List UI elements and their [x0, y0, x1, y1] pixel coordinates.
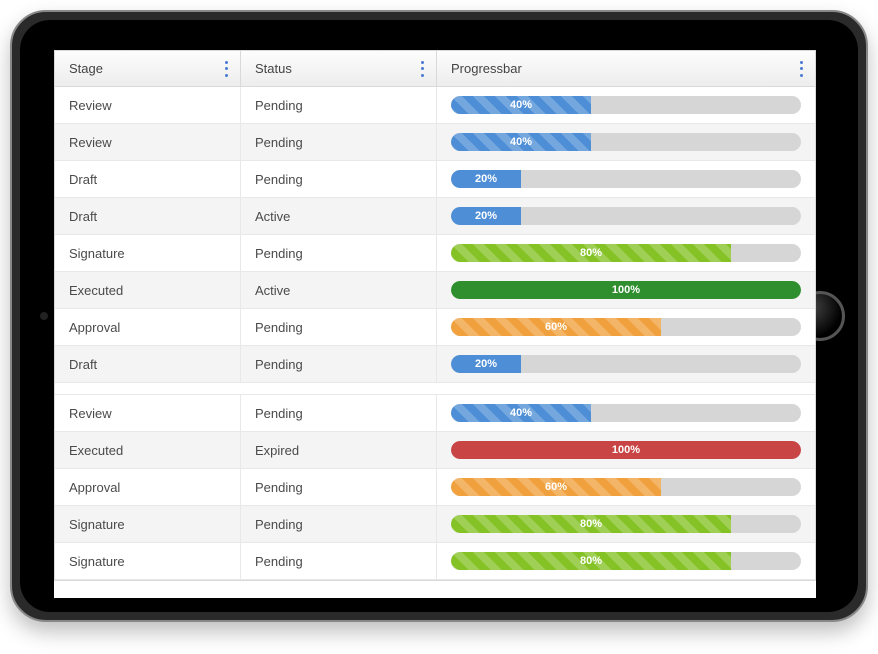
progress-fill: 80%: [451, 244, 731, 262]
cell-progress: 60%: [437, 309, 815, 345]
cell-stage: Executed: [55, 432, 241, 468]
cell-progress: 60%: [437, 469, 815, 505]
table-row[interactable]: ApprovalPending 60%: [55, 309, 815, 346]
progress-track: 20%: [451, 355, 801, 373]
table-row[interactable]: ReviewPending 40%: [55, 87, 815, 124]
cell-progress: 80%: [437, 543, 815, 579]
tablet-camera: [40, 312, 48, 320]
table-row[interactable]: DraftPending 20%: [55, 346, 815, 383]
col-header-status[interactable]: Status: [241, 51, 437, 86]
grid-gap: [55, 383, 815, 395]
cell-stage: Draft: [55, 346, 241, 382]
progress-fill: 20%: [451, 170, 521, 188]
table-row[interactable]: DraftActive 20%: [55, 198, 815, 235]
cell-stage: Review: [55, 87, 241, 123]
progress-track: 20%: [451, 170, 801, 188]
progress-fill: 20%: [451, 355, 521, 373]
progress-track: 100%: [451, 441, 801, 459]
cell-stage: Draft: [55, 198, 241, 234]
progress-fill: 100%: [451, 281, 801, 299]
progress-fill: 100%: [451, 441, 801, 459]
table-row[interactable]: DraftPending 20%: [55, 161, 815, 198]
progress-track: 40%: [451, 133, 801, 151]
cell-progress: 80%: [437, 506, 815, 542]
progress-fill: 40%: [451, 404, 591, 422]
cell-status: Pending: [241, 543, 437, 579]
progress-track: 40%: [451, 404, 801, 422]
cell-status: Pending: [241, 309, 437, 345]
table-row[interactable]: ExecutedActive 100%: [55, 272, 815, 309]
cell-stage: Approval: [55, 469, 241, 505]
cell-status: Pending: [241, 469, 437, 505]
progress-fill: 60%: [451, 478, 661, 496]
table-row[interactable]: ExecutedExpired 100%: [55, 432, 815, 469]
cell-stage: Review: [55, 395, 241, 431]
progress-track: 60%: [451, 318, 801, 336]
cell-stage: Signature: [55, 506, 241, 542]
cell-status: Pending: [241, 346, 437, 382]
grid-header: Stage Status Progressbar: [55, 51, 815, 87]
progress-track: 80%: [451, 552, 801, 570]
progress-fill: 80%: [451, 552, 731, 570]
col-menu-status[interactable]: [418, 61, 426, 77]
col-menu-progress[interactable]: [797, 61, 805, 77]
cell-status: Active: [241, 198, 437, 234]
cell-progress: 40%: [437, 124, 815, 160]
cell-progress: 100%: [437, 272, 815, 308]
table-row[interactable]: ReviewPending 40%: [55, 124, 815, 161]
progress-fill: 80%: [451, 515, 731, 533]
col-header-progress[interactable]: Progressbar: [437, 51, 815, 86]
table-row[interactable]: SignaturePending 80%: [55, 543, 815, 580]
cell-status: Active: [241, 272, 437, 308]
cell-progress: 20%: [437, 346, 815, 382]
cell-progress: 40%: [437, 395, 815, 431]
col-menu-stage[interactable]: [222, 61, 230, 77]
col-header-stage-label: Stage: [69, 61, 103, 76]
cell-stage: Review: [55, 124, 241, 160]
progress-fill: 60%: [451, 318, 661, 336]
col-header-status-label: Status: [255, 61, 292, 76]
progress-fill: 20%: [451, 207, 521, 225]
cell-status: Pending: [241, 124, 437, 160]
table-row[interactable]: SignaturePending 80%: [55, 506, 815, 543]
cell-stage: Signature: [55, 543, 241, 579]
cell-progress: 20%: [437, 198, 815, 234]
progress-fill: 40%: [451, 96, 591, 114]
cell-stage: Approval: [55, 309, 241, 345]
cell-status: Pending: [241, 235, 437, 271]
cell-status: Pending: [241, 87, 437, 123]
cell-status: Pending: [241, 161, 437, 197]
table-row[interactable]: SignaturePending 80%: [55, 235, 815, 272]
screen: Stage Status Progressbar ReviewPending40…: [54, 50, 816, 598]
progress-track: 40%: [451, 96, 801, 114]
cell-status: Pending: [241, 506, 437, 542]
cell-progress: 40%: [437, 87, 815, 123]
cell-status: Pending: [241, 395, 437, 431]
tablet-frame: Stage Status Progressbar ReviewPending40…: [10, 10, 868, 622]
cell-status: Expired: [241, 432, 437, 468]
cell-progress: 80%: [437, 235, 815, 271]
progress-track: 60%: [451, 478, 801, 496]
table-row[interactable]: ApprovalPending 60%: [55, 469, 815, 506]
tablet-bezel: Stage Status Progressbar ReviewPending40…: [20, 20, 858, 612]
progress-track: 100%: [451, 281, 801, 299]
cell-stage: Draft: [55, 161, 241, 197]
table-row[interactable]: ReviewPending 40%: [55, 395, 815, 432]
col-header-stage[interactable]: Stage: [55, 51, 241, 86]
cell-stage: Executed: [55, 272, 241, 308]
col-header-progress-label: Progressbar: [451, 61, 522, 76]
progress-track: 80%: [451, 515, 801, 533]
cell-stage: Signature: [55, 235, 241, 271]
data-grid: Stage Status Progressbar ReviewPending40…: [54, 50, 816, 581]
progress-track: 20%: [451, 207, 801, 225]
progress-track: 80%: [451, 244, 801, 262]
progress-fill: 40%: [451, 133, 591, 151]
cell-progress: 100%: [437, 432, 815, 468]
cell-progress: 20%: [437, 161, 815, 197]
grid-body: ReviewPending40%ReviewPending40%DraftPen…: [55, 87, 815, 580]
